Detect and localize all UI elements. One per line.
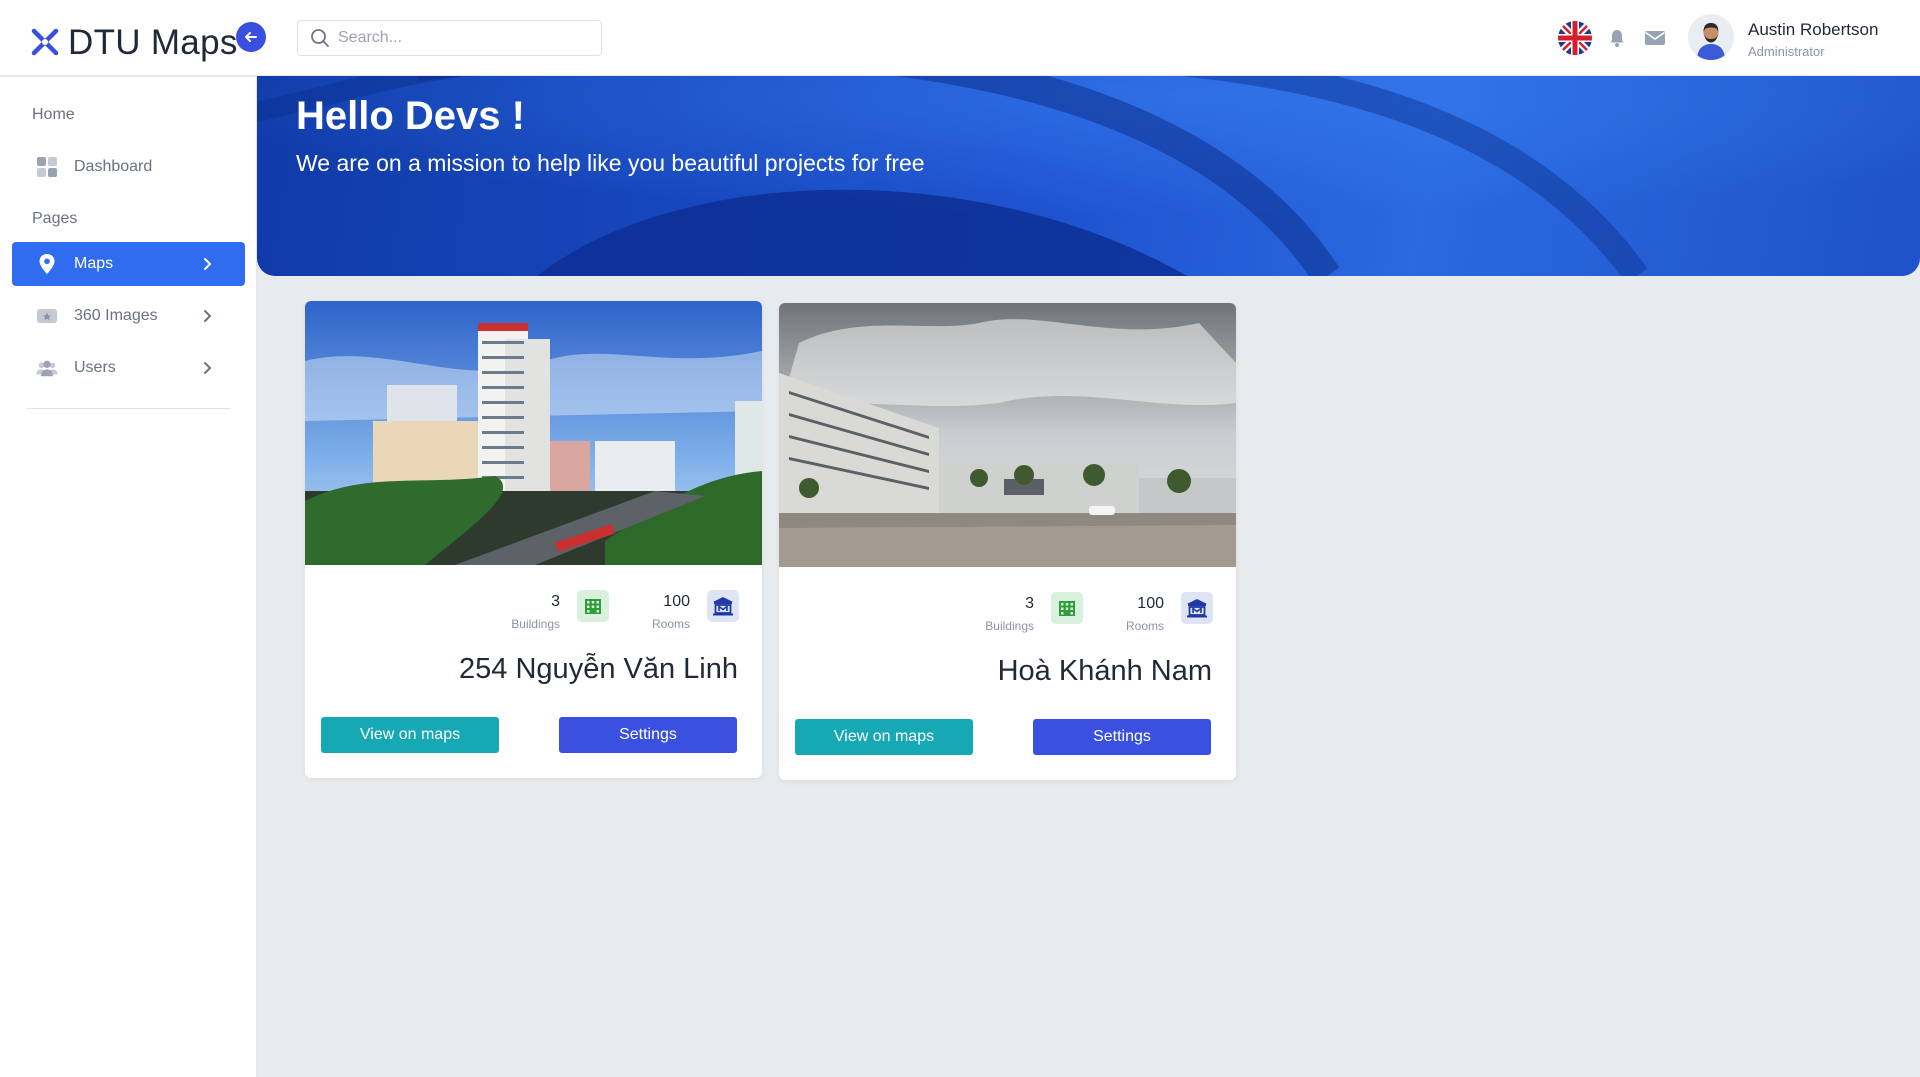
campus-card: 3 Buildings 100 Rooms Hoà Khánh Nam View… [779,303,1236,780]
settings-button[interactable]: Settings [559,717,737,753]
rooms-label: Rooms [651,617,690,631]
user-role: Administrator [1748,44,1825,59]
header-actions [1558,20,1668,56]
buildings-count: 3 [1025,595,1034,612]
campus-photo [305,301,762,565]
user-avatar[interactable] [1688,14,1734,60]
notification-bell-icon[interactable] [1604,25,1630,51]
map-pin-icon [36,253,58,275]
buildings-count: 3 [551,593,560,610]
mail-icon[interactable] [1642,25,1668,51]
rooms-count: 100 [1137,595,1164,612]
users-icon [36,357,58,379]
sidebar-item-label: 360 Images [74,307,158,324]
sidebar-item-label: Users [74,359,116,376]
top-bar: DTU Maps Search... Austin Robertson Admi… [0,0,1920,76]
user-name: Austin Robertson [1748,20,1879,39]
sidebar-item-maps[interactable]: Maps [12,242,245,286]
building-icon [577,590,609,622]
sidebar-section-home: Home [32,106,75,123]
image-360-icon [36,305,58,327]
sidebar-section-pages: Pages [32,210,78,227]
dashboard-grid-icon [36,156,58,178]
banner-subtitle: We are on a mission to help like you bea… [296,150,925,176]
search-bar [297,20,602,56]
buildings-label: Buildings [511,617,560,631]
app-logo[interactable]: DTU Maps [28,18,238,66]
sidebar-item-label: Maps [74,255,114,272]
campus-name: 254 Nguyễn Văn Linh [459,653,738,685]
search-input[interactable] [338,29,578,47]
campus-name: Hoà Khánh Nam [997,655,1212,687]
search-icon [311,29,329,47]
logo-icon [31,28,59,56]
museum-icon [707,590,739,622]
buildings-stat: 3 Buildings [511,593,560,631]
chevron-right-icon [204,258,211,270]
rooms-count: 100 [663,593,690,610]
museum-icon [1181,592,1213,624]
sidebar-divider [26,408,231,409]
sidebar-item-360-images[interactable]: 360 Images [12,294,245,338]
app-title: DTU Maps [68,22,238,62]
banner-title: Hello Devs ! [296,94,525,138]
rooms-stat: 100 Rooms [1126,595,1164,633]
rooms-label: Rooms [1125,619,1164,633]
building-icon [1051,592,1083,624]
hero-banner: Hello Devs ! We are on a mission to help… [257,76,1920,276]
view-on-maps-button[interactable]: View on maps [321,717,499,753]
campus-card: 3 Buildings 100 Rooms 254 Nguyễn Văn Lin… [305,301,762,778]
view-on-maps-button[interactable]: View on maps [795,719,973,755]
rooms-stat: 100 Rooms [652,593,690,631]
language-flag-icon[interactable] [1558,21,1592,55]
sidebar-item-dashboard[interactable]: Dashboard [12,145,245,189]
sidebar-item-label: Dashboard [74,158,153,175]
chevron-right-icon [204,362,211,374]
sidebar: Home Dashboard Pages Maps 360 Images Use… [0,77,257,1077]
buildings-stat: 3 Buildings [985,595,1034,633]
chevron-right-icon [204,310,211,322]
buildings-label: Buildings [985,619,1034,633]
collapse-sidebar-button[interactable] [236,22,266,52]
settings-button[interactable]: Settings [1033,719,1211,755]
sidebar-item-users[interactable]: Users [12,346,245,390]
arrow-left-icon [245,32,257,42]
campus-photo [779,303,1236,567]
